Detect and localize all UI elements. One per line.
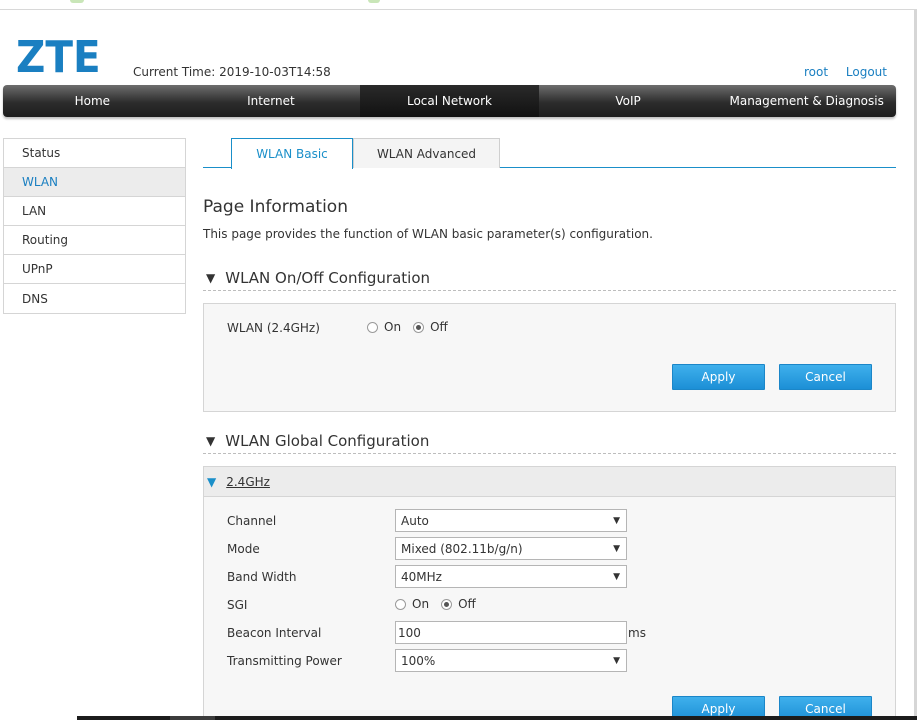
transmitting-power-value: 100%	[401, 653, 436, 668]
zte-logo: ZTE	[16, 32, 101, 83]
dropdown-arrow-icon: ▼	[613, 516, 620, 526]
beacon-interval-label: Beacon Interval	[227, 626, 322, 640]
sgi-off-option[interactable]: Off	[441, 597, 476, 611]
nav-voip[interactable]: VoIP	[539, 85, 718, 117]
wlan-off-radio[interactable]	[413, 321, 425, 333]
wlan-onoff-panel: WLAN (2.4GHz) On Off Apply Cancel	[203, 303, 896, 412]
wlan-on-label: On	[384, 320, 402, 334]
sgi-off-radio[interactable]	[441, 598, 453, 610]
sgi-on-radio[interactable]	[395, 598, 406, 610]
current-time: Current Time: 2019-10-03T14:58	[133, 65, 331, 79]
wlan-onoff-radio-group: On Off	[367, 320, 460, 334]
taskbar-strip	[77, 716, 917, 720]
dropdown-arrow-icon: ▼	[613, 572, 620, 582]
bandwidth-select[interactable]: 40MHz ▼	[395, 565, 627, 588]
bandwidth-value: 40MHz	[401, 569, 442, 584]
onoff-cancel-button[interactable]: Cancel	[779, 364, 872, 390]
logout-link[interactable]: Logout	[846, 65, 887, 79]
channel-select[interactable]: Auto ▼	[395, 509, 627, 532]
wlan-off-option[interactable]: Off	[413, 320, 448, 334]
nav-management-diagnosis[interactable]: Management & Diagnosis	[717, 85, 896, 117]
collapse-triangle-icon[interactable]: ▼	[206, 271, 215, 285]
transmitting-power-label: Transmitting Power	[227, 654, 342, 668]
mode-label: Mode	[227, 542, 260, 556]
sidebar-item-dns[interactable]: DNS	[4, 284, 185, 313]
channel-value: Auto	[401, 513, 429, 528]
main-nav: Home Internet Local Network VoIP Managem…	[3, 85, 896, 117]
section-title: WLAN On/Off Configuration	[225, 268, 431, 287]
sidebar-item-status[interactable]: Status	[4, 139, 185, 168]
channel-label: Channel	[227, 514, 277, 528]
dropdown-arrow-icon: ▼	[613, 656, 620, 666]
beacon-unit: ms	[628, 626, 646, 640]
sgi-on-option[interactable]: On	[395, 597, 429, 611]
dropdown-arrow-icon: ▼	[613, 544, 620, 554]
nav-internet[interactable]: Internet	[182, 85, 361, 117]
top-links: root Logout	[790, 65, 887, 79]
wlan-on-radio[interactable]	[367, 321, 378, 333]
sidebar-item-routing[interactable]: Routing	[4, 226, 185, 255]
tab-indicator-right	[368, 0, 380, 3]
sidebar: Status WLAN LAN Routing UPnP DNS	[3, 138, 186, 314]
beacon-interval-input[interactable]	[395, 621, 627, 644]
wlan-global-panel: ▼ 2.4GHz Channel Auto ▼ Mode Mixed (802.…	[203, 466, 896, 720]
tab-bar: WLAN Basic WLAN Advanced	[203, 138, 896, 169]
bandwidth-label: Band Width	[227, 570, 297, 584]
sidebar-item-lan[interactable]: LAN	[4, 197, 185, 226]
tab-wlan-advanced[interactable]: WLAN Advanced	[353, 138, 500, 168]
mode-select[interactable]: Mixed (802.11b/g/n) ▼	[395, 537, 627, 560]
nav-local-network[interactable]: Local Network	[360, 85, 539, 117]
user-link[interactable]: root	[804, 65, 828, 79]
transmitting-power-select[interactable]: 100% ▼	[395, 649, 627, 672]
expand-triangle-icon[interactable]: ▼	[207, 475, 216, 489]
section-wlan-onoff[interactable]: ▼ WLAN On/Off Configuration	[203, 265, 896, 291]
sgi-on-label: On	[412, 597, 430, 611]
wlan-on-option[interactable]: On	[367, 320, 401, 334]
band-24ghz-link[interactable]: 2.4GHz	[226, 475, 270, 489]
top-border	[0, 0, 917, 10]
onoff-apply-button[interactable]: Apply	[672, 364, 765, 390]
page-title: Page Information	[203, 197, 348, 217]
collapse-triangle-icon[interactable]: ▼	[206, 434, 215, 448]
section-wlan-global[interactable]: ▼ WLAN Global Configuration	[203, 428, 896, 454]
tab-wlan-basic[interactable]: WLAN Basic	[231, 138, 353, 169]
tab-indicator-left	[70, 0, 84, 3]
mode-value: Mixed (802.11b/g/n)	[401, 541, 523, 556]
wlan-24ghz-label: WLAN (2.4GHz)	[227, 321, 320, 335]
taskbar-segment	[170, 716, 215, 720]
sidebar-item-upnp[interactable]: UPnP	[4, 255, 185, 284]
page-description: This page provides the function of WLAN …	[203, 227, 653, 241]
sidebar-item-wlan[interactable]: WLAN	[4, 168, 185, 197]
sgi-radio-group: On Off	[395, 597, 488, 611]
sgi-label: SGI	[227, 598, 248, 612]
nav-home[interactable]: Home	[3, 85, 182, 117]
sgi-off-label: Off	[458, 597, 476, 611]
band-24ghz-header[interactable]: ▼ 2.4GHz	[204, 467, 895, 497]
section-title: WLAN Global Configuration	[225, 431, 430, 450]
wlan-off-label: Off	[430, 320, 448, 334]
